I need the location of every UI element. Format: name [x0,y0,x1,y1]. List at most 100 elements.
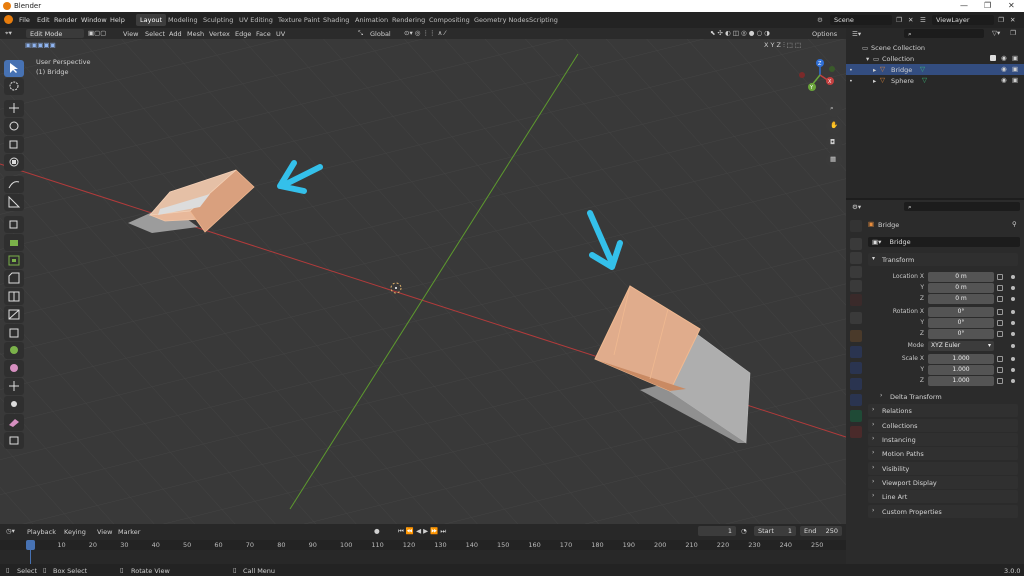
keyframe-dot-icon[interactable] [1011,332,1015,336]
filter-icon[interactable]: ▽▾ [992,29,1000,37]
relations-panel-header[interactable]: › Relations [868,404,1018,417]
keyframe-dot-icon[interactable] [1011,310,1015,314]
motion-paths-panel-header[interactable]: › Motion Paths [868,447,1018,460]
scene-new-icon[interactable]: ❐ [896,16,902,24]
keyframe-dot-icon[interactable] [1011,344,1015,348]
timeline-menu-playback[interactable]: Playback [27,528,56,536]
custom-properties-panel-header[interactable]: › Custom Properties [868,505,1018,518]
xyz-mirror-toggles[interactable]: X Y Z ⫶ ⬚ ⬚ [764,41,801,50]
render-tab-icon[interactable] [850,238,862,250]
properties-search-input[interactable]: ⌕ [904,202,1020,211]
menu-file[interactable]: File [19,16,30,24]
viewport-menu-face[interactable]: Face [256,30,271,38]
data-tab-icon[interactable] [850,410,862,422]
rotation-y-field[interactable]: 0° [928,318,994,328]
pivot-icon[interactable]: ⊙▾ ◎ ⋮⋮ ∧ ⁄ [404,29,446,37]
minimize-icon[interactable]: — [960,1,968,10]
lock-icon[interactable] [997,320,1003,326]
move-tool-icon[interactable] [4,100,24,117]
lock-icon[interactable] [997,274,1003,280]
outliner-item-bridge[interactable]: • ▸ ▽ Bridge ▽ ◉ ▣ [846,64,1024,75]
tab-geometry-nodes[interactable]: Geometry Nodes [470,14,533,26]
rotation-mode-dropdown[interactable]: XYZ Euler ▾ [928,341,994,351]
scene-field[interactable]: Scene [830,15,892,25]
playback-controls[interactable]: ⏮ ⏪ ◀ ▶ ⏩ ⏭ [398,527,446,536]
render-camera-icon[interactable]: ▣ [1012,76,1018,84]
bevel-tool-icon[interactable] [4,270,24,287]
timeline-menu-keying[interactable]: Keying [64,528,86,536]
instancing-panel-header[interactable]: › Instancing [868,433,1018,446]
viewport-menu-view[interactable]: View [123,30,138,38]
menu-window[interactable]: Window [81,16,107,24]
blender-menu-icon[interactable] [4,15,13,24]
select-tool-icon[interactable] [4,60,24,77]
tool-tab-icon[interactable] [850,220,862,232]
lock-icon[interactable] [997,296,1003,302]
smooth-tool-icon[interactable] [4,360,24,377]
viewport-display-panel-header[interactable]: › Viewport Display [868,476,1018,489]
mode-dropdown[interactable]: Edit Mode [26,29,84,38]
collections-panel-header[interactable]: › Collections [868,419,1018,432]
measure-tool-icon[interactable] [4,194,24,211]
keyframe-dot-icon[interactable] [1011,379,1015,383]
new-collection-icon[interactable]: ❐ [1010,29,1016,37]
lock-icon[interactable] [997,378,1003,384]
outliner-collection[interactable]: ▾ ▭ Collection ◉ ▣ [846,53,1024,64]
playhead[interactable] [26,540,35,550]
transform-panel-header[interactable]: ▾ Transform [868,253,1018,266]
pin-icon[interactable]: ⚲ [1012,220,1017,228]
scale-x-field[interactable]: 1.000 [928,354,994,364]
scale-y-field[interactable]: 1.000 [928,365,994,375]
scene-delete-icon[interactable]: ✕ [908,16,913,24]
orientation-icon[interactable]: ⤡ [358,29,363,38]
world-tab-icon[interactable] [850,294,862,306]
end-frame-field[interactable]: End 250 [800,526,842,536]
scale-tool-icon[interactable] [4,136,24,153]
location-x-field[interactable]: 0 m [928,272,994,282]
material-tab-icon[interactable] [850,426,862,438]
scene-icon[interactable]: ⚙ [817,16,823,24]
outliner-editor-icon[interactable]: ☰▾ [852,30,861,38]
location-y-field[interactable]: 0 m [928,283,994,293]
tab-animation[interactable]: Animation [351,14,392,26]
collection-tab-icon[interactable] [850,312,862,324]
timeline-menu-view[interactable]: View [97,528,112,536]
inset-tool-icon[interactable] [4,252,24,269]
viewport-menu-add[interactable]: Add [169,30,182,38]
rotation-x-field[interactable]: 0° [928,307,994,317]
pan-hand-icon[interactable]: ✋ [826,118,842,134]
object-tab-icon[interactable] [850,330,862,342]
tab-texture-paint[interactable]: Texture Paint [274,14,324,26]
tab-rendering[interactable]: Rendering [388,14,429,26]
modifier-tab-icon[interactable] [850,346,862,358]
properties-editor-icon[interactable]: ⚙▾ [852,203,861,211]
tab-shading[interactable]: Shading [319,14,353,26]
keyframe-dot-icon[interactable] [1011,286,1015,290]
viewport-menu-vertex[interactable]: Vertex [209,30,230,38]
transform-tool-icon[interactable] [4,154,24,171]
tab-layout[interactable]: Layout [136,14,167,26]
line-art-panel-header[interactable]: › Line Art [868,490,1018,503]
rotate-tool-icon[interactable] [4,118,24,135]
viewport-menu-select[interactable]: Select [145,30,165,38]
options-dropdown[interactable]: Options [812,30,837,38]
viewlayer-icon[interactable]: ☰ [920,16,926,24]
keyframe-dot-icon[interactable] [1011,368,1015,372]
viewport-shading-icons[interactable]: ⬉ ✣ ◐ ◫ ◎ ● ○ ◑ [710,29,770,37]
scene-tab-icon[interactable] [850,280,862,292]
viewlayer-new-icon[interactable]: ❐ [998,16,1004,24]
render-camera-icon[interactable]: ▣ [1012,54,1018,62]
timeline-editor-icon[interactable]: ◷▾ [6,527,15,535]
keyframe-dot-icon[interactable] [1011,297,1015,301]
keyframe-dot-icon[interactable] [1011,321,1015,325]
tab-uv-editing[interactable]: UV Editing [235,14,277,26]
select-mode-icons[interactable]: ▣▢▢ [88,29,106,37]
checkbox-icon[interactable] [990,55,996,61]
lock-icon[interactable] [997,285,1003,291]
timeline-menu-marker[interactable]: Marker [118,528,140,536]
frame-ruler[interactable]: 1102030405060708090100110120130140150160… [0,540,846,550]
record-icon[interactable]: ● [374,527,380,535]
clock-icon[interactable]: ◔ [741,527,747,535]
viewport-menu-mesh[interactable]: Mesh [187,30,204,38]
visibility-eye-icon[interactable]: ◉ [1001,54,1007,62]
